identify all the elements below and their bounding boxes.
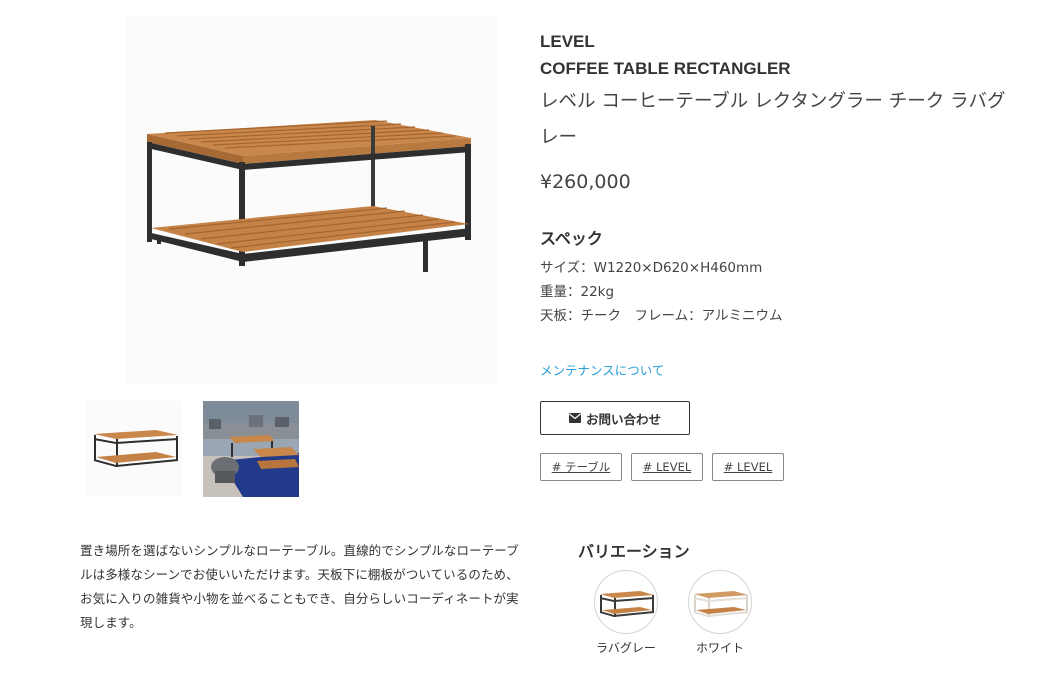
product-name-english: COFFEE TABLE RECTANGLER [540,59,791,78]
variation-label-lava-grey: ラバグレー [596,641,656,655]
variation-label-white: ホワイト [695,641,744,655]
thumbnail-product-1[interactable] [86,401,182,497]
main-product-image [125,16,497,384]
tag-level[interactable]: # LEVEL [631,453,703,481]
spec-size: サイズ：W1220×D620×H460mm [540,260,763,276]
tag-level-2[interactable]: # LEVEL [712,453,784,481]
variation-swatch-lava-grey [594,570,658,634]
spec-heading: スペック [540,229,603,248]
variation-swatch-white [688,570,752,634]
variation-heading: バリエーション [578,542,690,561]
product-name-japanese: レベル コーヒーテーブル レクタングラー チーク ラバグレー [540,91,1006,148]
inquiry-button[interactable]: お問い合わせ [540,401,690,435]
variation-white[interactable]: ホワイト [687,570,753,656]
thumbnail-lifestyle[interactable] [203,401,299,497]
variation-lava-grey[interactable]: ラバグレー [593,570,659,656]
maintenance-link[interactable]: メンテナンスについて [540,362,664,380]
product-description: 置き場所を選ばないシンプルなローテーブル。直線的でシンプルなローテーブルは多様な… [80,543,519,630]
product-price: ¥260,000 [540,171,631,193]
envelope-icon [568,413,581,423]
spec-material: 天板：チーク フレーム：アルミニウム [540,308,783,324]
product-brand: LEVEL [540,32,595,51]
spec-weight: 重量：22kg [540,284,615,300]
inquiry-button-label: お問い合わせ [585,412,661,427]
tag-table[interactable]: # テーブル [540,453,622,481]
